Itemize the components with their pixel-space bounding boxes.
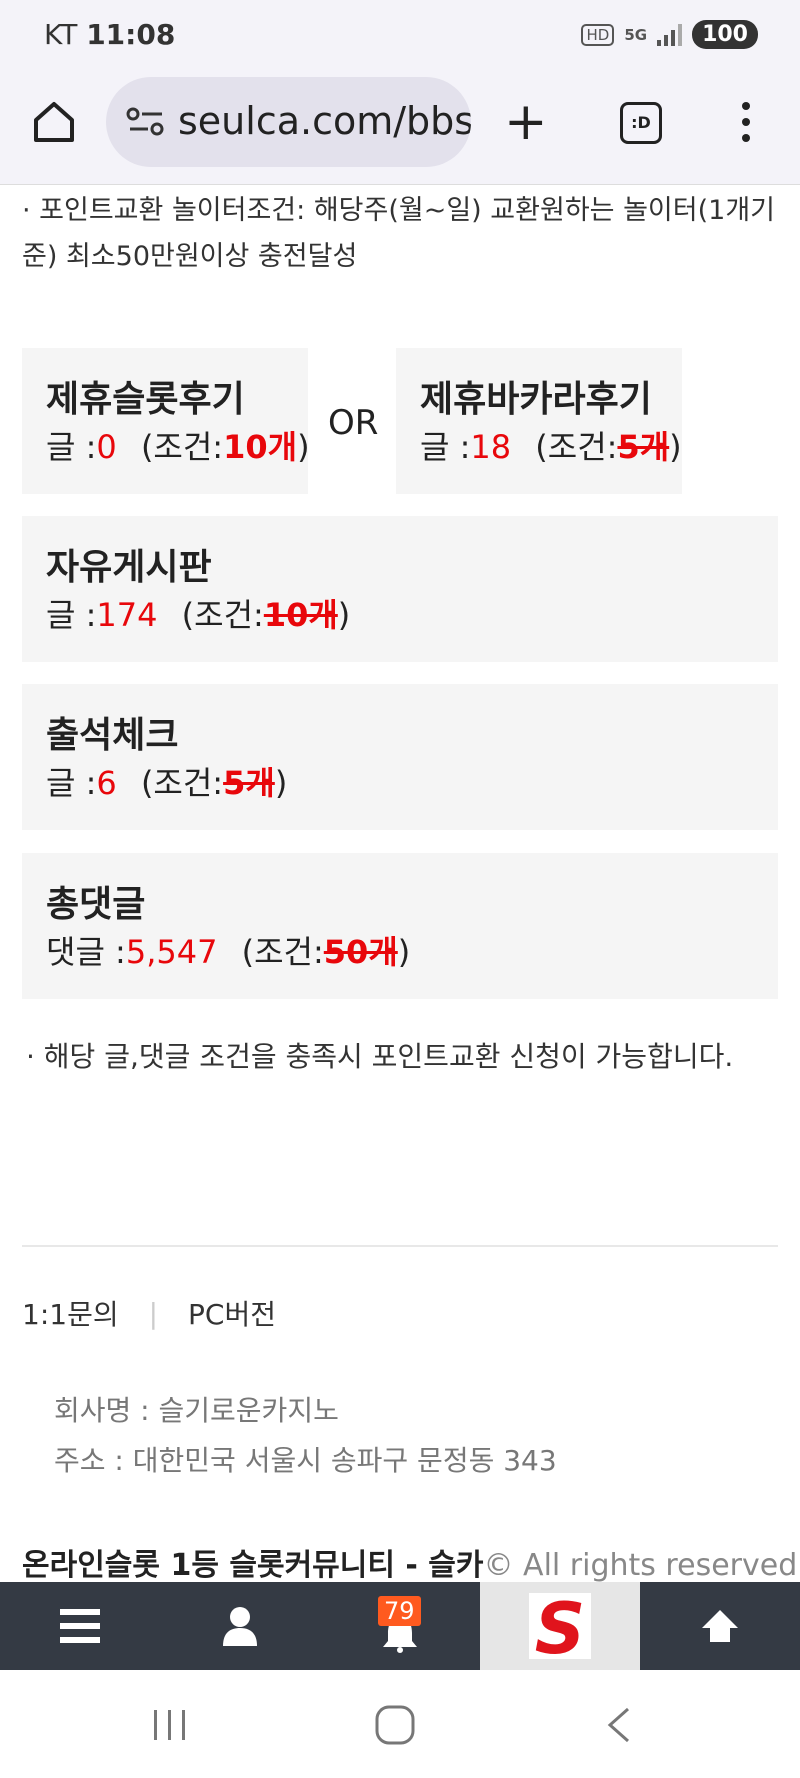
condition-suffix: ) — [274, 764, 288, 802]
notification-badge: 79 — [378, 1596, 421, 1626]
copyright-brand: 온라인슬롯 1등 슬롯커뮤니티 - 슬카 — [22, 1548, 484, 1583]
card-title: 제휴슬롯후기 — [46, 379, 245, 420]
condition-value: 5개 — [617, 428, 670, 466]
notification-button[interactable]: 79 — [320, 1582, 480, 1670]
url-text[interactable]: seulca.com/bbs — [178, 99, 471, 143]
footer-links: 1:1문의 | PC버전 — [22, 1293, 276, 1333]
battery-icon: 100 — [692, 20, 758, 49]
clock: 11:08 — [86, 18, 176, 51]
condition-suffix: ) — [397, 933, 411, 971]
condition-suffix: ) — [669, 428, 682, 466]
tab-switcher-button[interactable]: :D — [620, 102, 662, 144]
status-bar: KT 11:08 HD 5G 100 — [0, 0, 800, 72]
condition-suffix: ) — [337, 596, 351, 634]
android-nav-bar — [0, 1670, 800, 1778]
card-stat: 글 :18 (조건:5개) — [420, 422, 682, 468]
browser-toolbar: seulca.com/bbs + :D — [0, 72, 800, 185]
site-logo: S — [529, 1589, 591, 1663]
post-count: 174 — [96, 596, 158, 634]
card-slot-review: 제휴슬롯후기 글 :0 (조건:10개) — [22, 348, 310, 494]
site-settings-icon[interactable] — [126, 107, 166, 137]
comment-count: 5,547 — [125, 933, 218, 971]
post-label: 글 : — [46, 764, 97, 802]
network-type-icon: 5G — [624, 25, 648, 44]
condition-prefix: (조건: — [140, 428, 224, 466]
company-name: 회사명 : 슬기로운카지노 — [54, 1394, 339, 1427]
home-icon[interactable] — [30, 98, 78, 146]
bottom-nav: 79 S — [0, 1582, 800, 1670]
or-label: OR — [328, 403, 379, 443]
hd-voice-icon: HD — [581, 23, 615, 46]
footer-divider — [22, 1245, 778, 1247]
condition-value: 50개 — [323, 933, 398, 971]
card-stat: 글 :174 (조건:10개) — [46, 590, 350, 636]
menu-icon — [60, 1609, 100, 1643]
signal-icon — [657, 23, 683, 46]
card-title: 총댓글 — [46, 884, 146, 925]
card-stat: 글 :6 (조건:5개) — [46, 758, 287, 804]
card-free-board: 자유게시판 글 :174 (조건:10개) — [22, 516, 778, 662]
copyright-rest: © All rights reserved. — [483, 1548, 800, 1583]
company-info: 회사명 : 슬기로운카지노 주소 : 대한민국 서울시 송파구 문정동 343 — [54, 1386, 557, 1486]
card-title: 출석체크 — [46, 715, 179, 756]
post-count: 6 — [96, 764, 117, 802]
back-icon[interactable] — [604, 1706, 634, 1744]
card-title: 자유게시판 — [46, 547, 212, 588]
condition-value: 5개 — [223, 764, 275, 802]
card-attendance: 출석체크 글 :6 (조건:5개) — [22, 684, 778, 830]
arrow-up-icon — [702, 1610, 738, 1642]
card-baccarat-review: 제휴바카라후기 글 :18 (조건:5개) — [396, 348, 682, 494]
card-stat: 글 :0 (조건:10개) — [46, 422, 310, 468]
status-carrier-time: KT 11:08 — [44, 18, 175, 51]
condition-prefix: (조건: — [140, 764, 224, 802]
card-stat: 댓글 :5,547 (조건:50개) — [46, 927, 410, 973]
post-label: 글 : — [46, 428, 97, 466]
condition-value: 10개 — [263, 596, 338, 634]
carrier-label: KT — [44, 18, 78, 51]
condition-prefix: (조건: — [241, 933, 324, 971]
svg-text:S: S — [535, 1589, 585, 1663]
scroll-top-button[interactable] — [640, 1582, 800, 1670]
new-tab-icon[interactable]: + — [504, 96, 548, 148]
condition-value: 10개 — [223, 428, 298, 466]
home-nav-icon[interactable] — [374, 1704, 416, 1746]
link-separator: | — [148, 1296, 159, 1330]
copyright: 온라인슬롯 1등 슬롯커뮤니티 - 슬카© All rights reserve… — [22, 1540, 800, 1584]
post-count: 0 — [96, 428, 117, 466]
comment-label: 댓글 : — [46, 933, 126, 971]
post-count: 18 — [470, 428, 512, 466]
condition-prefix: (조건: — [181, 596, 264, 634]
more-menu-icon[interactable] — [740, 102, 752, 150]
user-button[interactable] — [160, 1582, 320, 1670]
condition-suffix: ) — [297, 428, 310, 466]
inquiry-link[interactable]: 1:1문의 — [22, 1293, 119, 1333]
user-icon — [223, 1607, 257, 1646]
post-label: 글 : — [420, 428, 471, 466]
url-bar[interactable]: seulca.com/bbs — [106, 77, 471, 167]
status-icons: HD 5G 100 — [581, 20, 758, 49]
pc-version-link[interactable]: PC버전 — [188, 1293, 276, 1333]
exchange-notice: · 해당 글,댓글 조건을 충족시 포인트교환 신청이 가능합니다. — [26, 1040, 734, 1073]
site-logo-button[interactable]: S — [480, 1582, 640, 1670]
card-title: 제휴바카라후기 — [420, 379, 652, 420]
company-address: 주소 : 대한민국 서울시 송파구 문정동 343 — [54, 1444, 557, 1477]
playground-condition-text: · 포인트교환 놀이터조건: 해당주(월~일) 교환원하는 놀이터(1개기준) … — [22, 195, 775, 272]
menu-button[interactable] — [0, 1582, 160, 1670]
post-label: 글 : — [46, 596, 97, 634]
recent-apps-icon[interactable] — [150, 1708, 190, 1742]
card-total-comments: 총댓글 댓글 :5,547 (조건:50개) — [22, 853, 778, 999]
condition-prefix: (조건: — [535, 428, 618, 466]
